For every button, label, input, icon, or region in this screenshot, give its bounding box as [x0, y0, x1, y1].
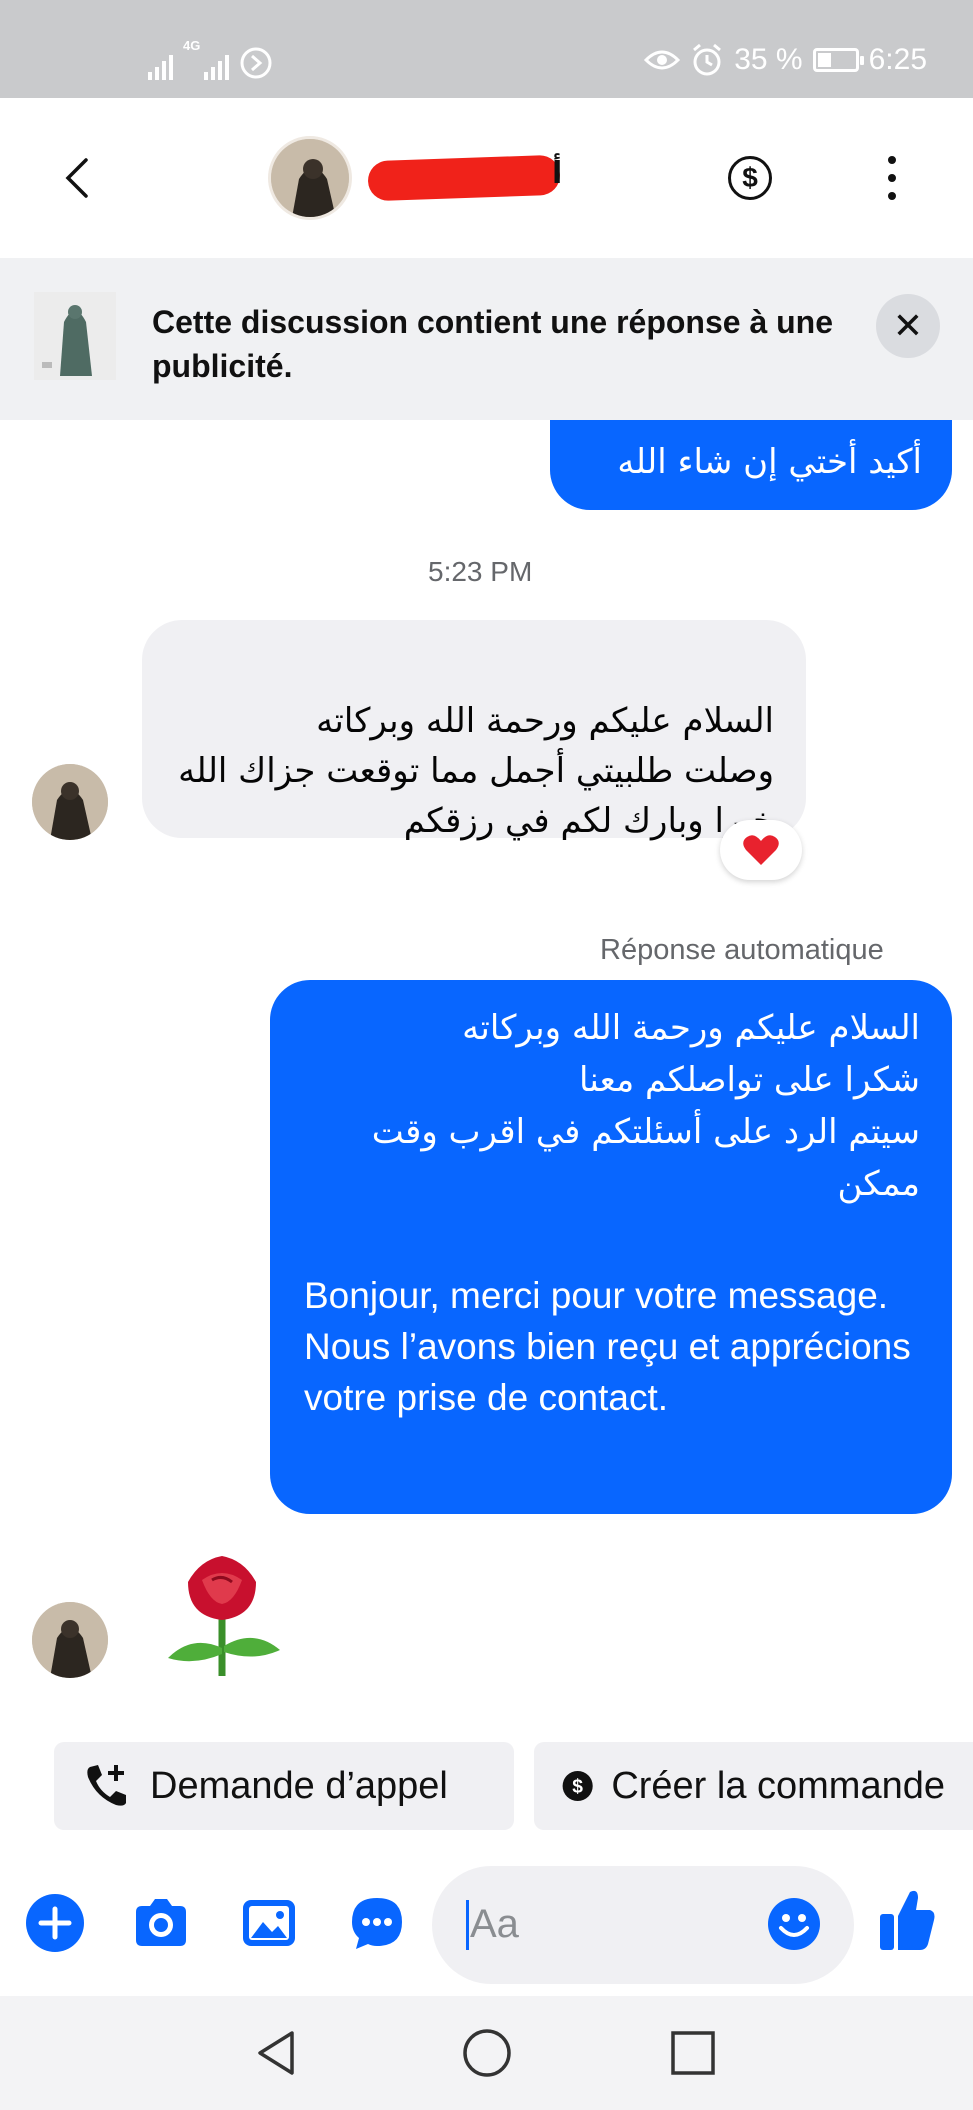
rose-emoji-message[interactable]: [158, 1550, 288, 1680]
sender-avatar[interactable]: [32, 1602, 108, 1678]
auto-reply-french: Bonjour, merci pour votre message. Nous …: [304, 1275, 911, 1418]
message-input-placeholder: Aa: [470, 1902, 519, 1946]
gallery-icon[interactable]: [238, 1892, 300, 1954]
signal-indicators: 4G: [148, 38, 273, 80]
nav-recents-icon[interactable]: [670, 2030, 716, 2076]
emoji-icon[interactable]: [766, 1896, 822, 1952]
status-bar: 4G 35 % 6:25: [0, 0, 973, 98]
chat-more-icon[interactable]: [346, 1892, 408, 1954]
svg-text:$: $: [572, 1777, 583, 1798]
data-saver-icon: [240, 47, 272, 79]
battery-percent: 35 %: [734, 43, 803, 76]
signal-bars-2-icon: [204, 50, 230, 80]
message-timestamp: 5:23 PM: [428, 556, 533, 587]
battery-icon: [812, 48, 864, 72]
message-composer: Aa: [0, 1862, 973, 1992]
network-type: 4G: [183, 38, 201, 53]
auto-reply-label: Réponse automatique: [600, 934, 884, 966]
auto-reply-message[interactable]: السلام عليكم ورحمة الله وبركاته شكرا على…: [270, 980, 952, 1514]
signal-bars-icon: [148, 50, 173, 80]
message-text: أكيد أختي إن شاء الله: [617, 442, 922, 482]
ad-reply-banner: Cette discussion contient une réponse à …: [0, 258, 973, 420]
contact-name-fragment: أ: [552, 157, 563, 190]
outgoing-message[interactable]: أكيد أختي إن شاء الله: [550, 420, 952, 510]
more-vertical-icon[interactable]: [884, 156, 900, 200]
call-request-label: Demande d’appel: [150, 1764, 448, 1807]
incoming-message[interactable]: السلام عليكم ورحمة الله وبركاته وصلت طلب…: [142, 620, 806, 841]
banner-text: Cette discussion contient une réponse à …: [152, 304, 834, 384]
create-order-label: Créer la commande: [611, 1764, 945, 1807]
back-arrow-icon[interactable]: [58, 154, 98, 202]
phone-add-icon: [87, 1765, 126, 1806]
clock: 6:25: [868, 43, 927, 76]
battery-level: [817, 53, 831, 67]
message-text: السلام عليكم ورحمة الله وبركاته وصلت طلب…: [178, 701, 774, 841]
sender-avatar[interactable]: [32, 764, 108, 840]
heart-icon: [743, 835, 779, 865]
status-right: 35 % 6:25: [644, 40, 927, 80]
alarm-icon: [693, 43, 722, 76]
dollar-icon[interactable]: $: [728, 156, 772, 200]
nav-back-icon[interactable]: [254, 2028, 300, 2078]
create-order-chip[interactable]: $ Créer la commande: [534, 1742, 973, 1830]
redacted-contact-name: [367, 154, 561, 202]
eye-icon: [644, 50, 681, 70]
ad-thumbnail: [34, 292, 116, 380]
camera-icon[interactable]: [130, 1892, 192, 1954]
nav-home-icon[interactable]: [462, 2028, 512, 2078]
close-icon[interactable]: ✕: [876, 294, 940, 358]
dollar-circle-icon: $: [562, 1770, 593, 1802]
message-input[interactable]: Aa: [432, 1866, 854, 1984]
message-reaction[interactable]: [720, 820, 802, 880]
contact-avatar[interactable]: [268, 136, 352, 220]
thumbs-up-icon[interactable]: [876, 1884, 938, 1954]
text-cursor: [466, 1900, 469, 1950]
system-navigation-bar: [0, 1996, 973, 2110]
plus-icon[interactable]: [24, 1892, 86, 1954]
conversation-header: أ $: [0, 98, 973, 258]
auto-reply-arabic: السلام عليكم ورحمة الله وبركاته شكرا على…: [371, 1008, 920, 1204]
call-request-chip[interactable]: Demande d’appel: [54, 1742, 514, 1830]
